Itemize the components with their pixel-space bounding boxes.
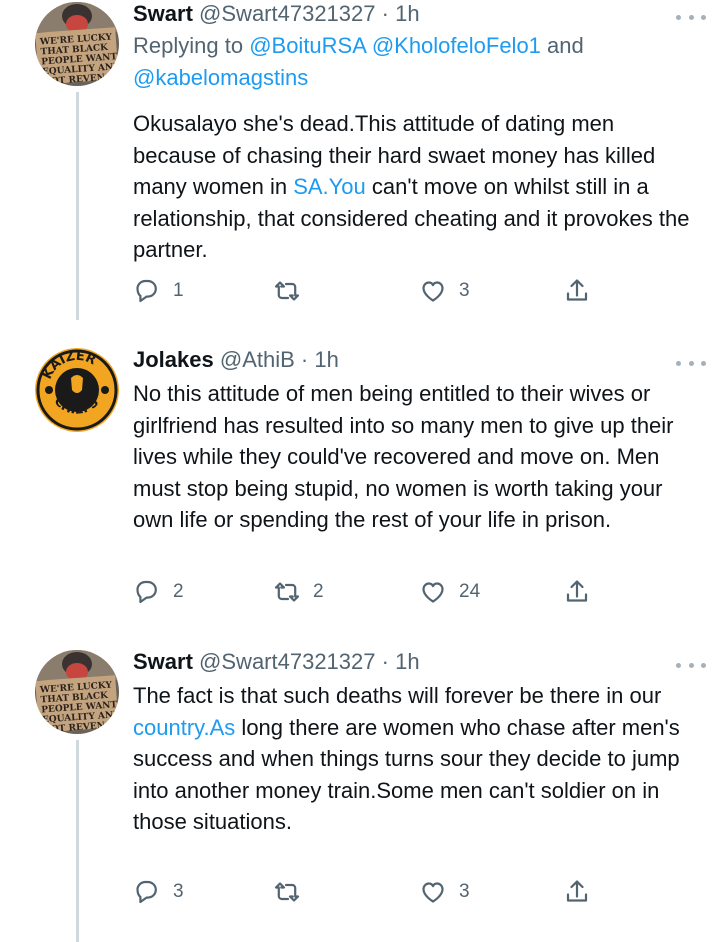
more-options-icon[interactable]: [676, 652, 706, 678]
reply-count: 3: [173, 881, 184, 902]
tweet-header: Swart @Swart47321327 · 1h: [133, 648, 690, 676]
tweet-text: No this attitude of men being entitled t…: [133, 378, 690, 536]
handle[interactable]: @Swart47321327: [199, 1, 375, 26]
separator: ·: [381, 1, 389, 26]
separator: ·: [381, 649, 389, 674]
separator: ·: [300, 347, 309, 372]
mention-link[interactable]: @KholofeloFelo1: [372, 33, 541, 58]
retweet-button[interactable]: [273, 275, 313, 307]
text-part: No this attitude of men being entitled t…: [133, 381, 674, 532]
retweet-icon: [274, 281, 300, 301]
thread-line: [76, 92, 79, 320]
more-options-icon[interactable]: [676, 4, 706, 30]
like-button[interactable]: 3: [419, 275, 470, 307]
reply-count: 2: [173, 581, 184, 602]
share-button[interactable]: [563, 876, 591, 908]
mention-link[interactable]: @kabelomagstins: [133, 65, 308, 90]
retweet-count: 2: [313, 581, 324, 602]
reply-icon: [136, 279, 157, 303]
text-part: The fact is that such deaths will foreve…: [133, 683, 662, 708]
retweet-button[interactable]: 2: [273, 576, 324, 608]
replying-to: Replying to @BoituRSA @KholofeloFelo1 an…: [133, 30, 690, 94]
tweet-3[interactable]: WE'RE LUCKY THAT BLACK PEOPLE WANT EQUAL…: [0, 648, 720, 942]
tweet-text: Okusalayo she's dead.This attitude of da…: [133, 108, 690, 266]
reply-icon: [136, 880, 157, 904]
like-button[interactable]: 24: [419, 576, 480, 608]
display-name[interactable]: Swart: [133, 1, 193, 26]
tweet-2[interactable]: KAIZER CHIEFS Jolakes @AthiB · 1h No thi…: [0, 346, 720, 626]
retweet-icon: [274, 882, 300, 902]
share-icon: [566, 580, 588, 602]
tweet-header: Jolakes @AthiB · 1h: [133, 346, 690, 374]
reply-count: 1: [173, 280, 184, 301]
more-options-icon[interactable]: [676, 350, 706, 376]
share-icon: [566, 279, 588, 301]
kaizer-chiefs-logo-icon: KAIZER CHIEFS: [35, 348, 119, 432]
tweet-text: The fact is that such deaths will foreve…: [133, 680, 690, 838]
protest-sign-avatar-icon: WE'RE LUCKY THAT BLACK PEOPLE WANT EQUAL…: [35, 650, 119, 734]
timestamp[interactable]: 1h: [395, 649, 419, 674]
reply-button[interactable]: 3: [133, 876, 184, 908]
thread-line: [76, 740, 79, 942]
share-button[interactable]: [563, 576, 591, 608]
action-bar: 2 2 24: [133, 576, 603, 608]
reply-button[interactable]: 1: [133, 275, 184, 307]
replying-prefix: Replying to: [133, 33, 250, 58]
reply-icon: [136, 580, 157, 604]
reply-button[interactable]: 2: [133, 576, 184, 608]
handle[interactable]: @AthiB: [220, 347, 295, 372]
tweet-header: Swart @Swart47321327 · 1h: [133, 0, 690, 28]
like-count: 24: [459, 581, 481, 602]
like-button[interactable]: 3: [419, 876, 470, 908]
mention-link[interactable]: @BoituRSA: [249, 33, 366, 58]
like-count: 3: [459, 280, 470, 301]
share-icon: [566, 880, 588, 902]
display-name[interactable]: Swart: [133, 649, 193, 674]
heart-icon: [422, 281, 444, 302]
action-bar: 1 3: [133, 275, 603, 307]
retweet-icon: [274, 582, 300, 602]
avatar[interactable]: KAIZER CHIEFS: [35, 348, 119, 432]
replying-and: and: [540, 33, 584, 58]
text-link[interactable]: SA.You: [293, 174, 366, 199]
handle[interactable]: @Swart47321327: [199, 649, 375, 674]
action-bar: 3 3: [133, 876, 603, 908]
tweet-1[interactable]: WE'RE LUCKY THAT BLACK PEOPLE WANT EQUAL…: [0, 0, 720, 320]
text-link[interactable]: country.As: [133, 715, 235, 740]
share-button[interactable]: [563, 275, 591, 307]
heart-icon: [422, 582, 444, 603]
heart-icon: [422, 882, 444, 903]
like-count: 3: [459, 881, 470, 902]
protest-sign-avatar-icon: WE'RE LUCKY THAT BLACK PEOPLE WANT EQUAL…: [35, 2, 119, 86]
avatar[interactable]: WE'RE LUCKY THAT BLACK PEOPLE WANT EQUAL…: [35, 2, 119, 86]
display-name[interactable]: Jolakes: [133, 347, 214, 372]
retweet-button[interactable]: [273, 876, 313, 908]
timestamp[interactable]: 1h: [395, 1, 419, 26]
timestamp[interactable]: 1h: [314, 347, 338, 372]
avatar[interactable]: WE'RE LUCKY THAT BLACK PEOPLE WANT EQUAL…: [35, 650, 119, 734]
